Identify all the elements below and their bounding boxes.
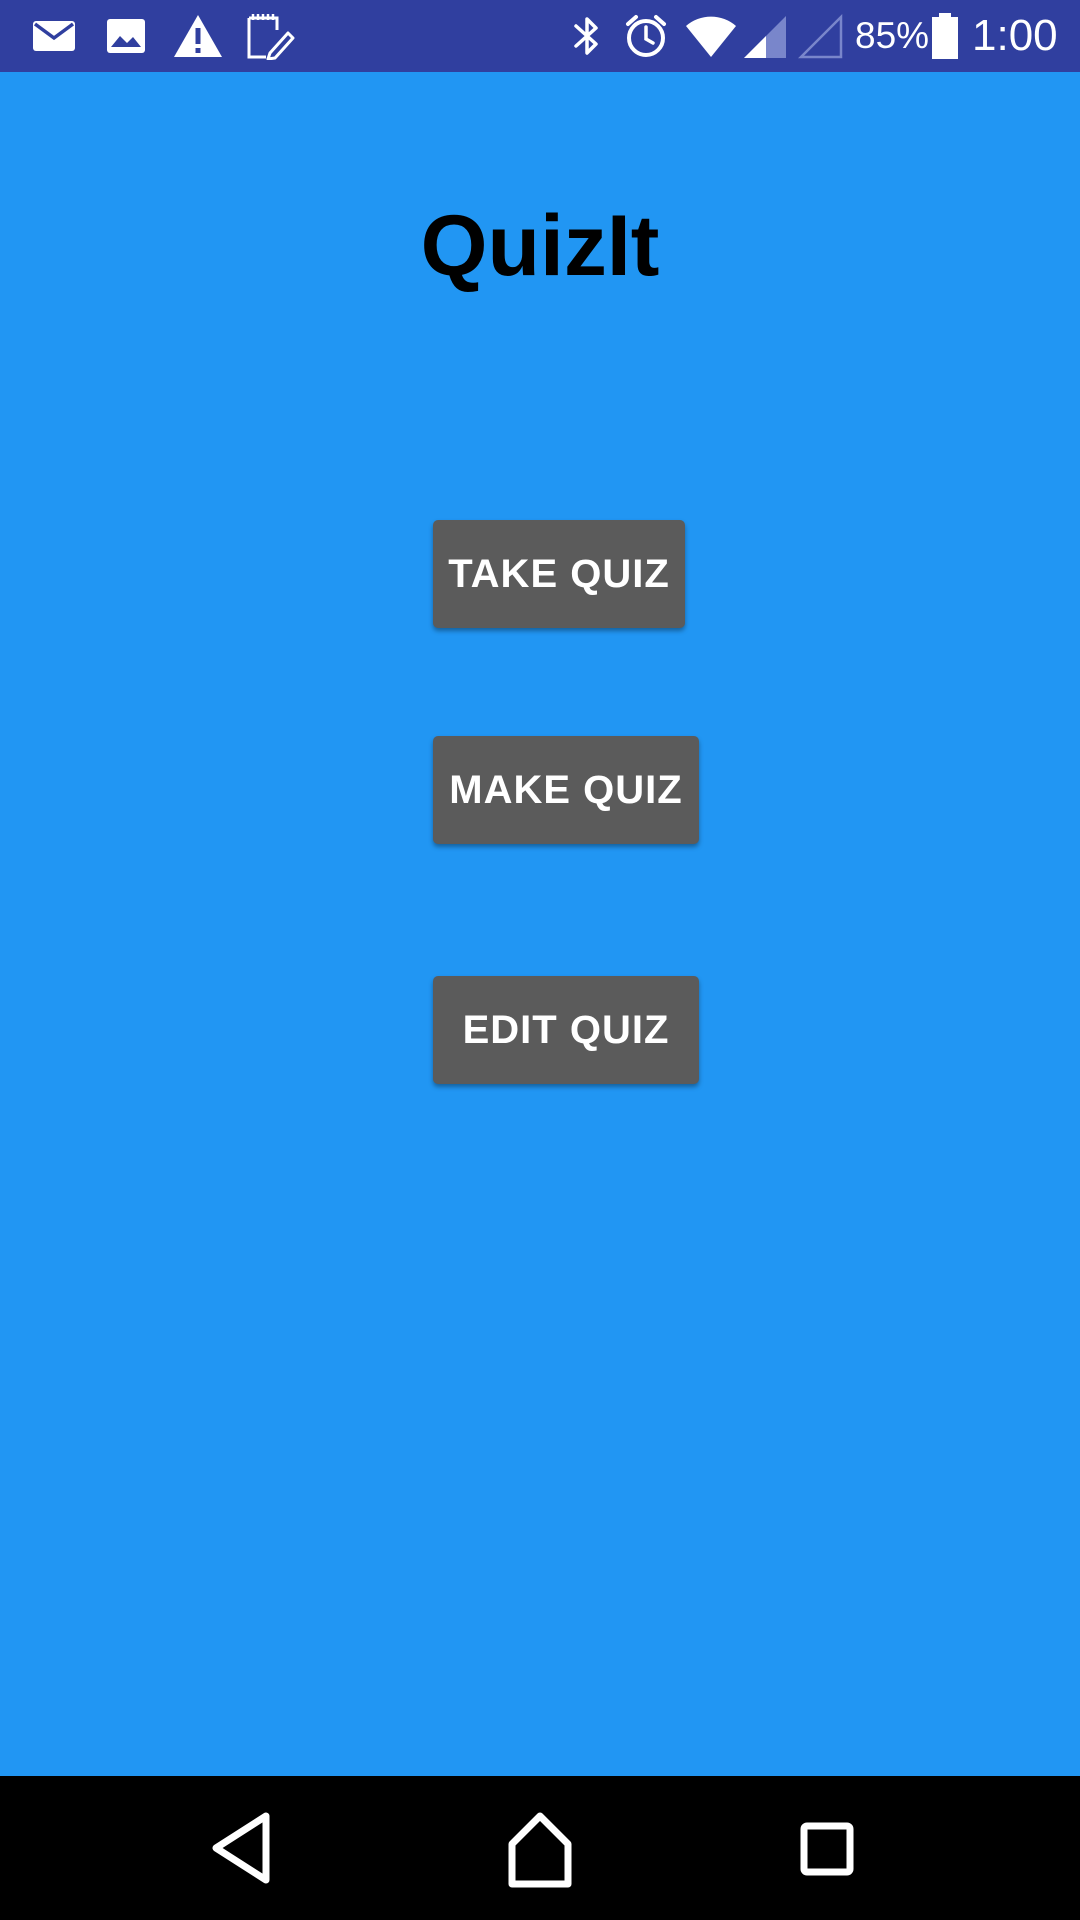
mail-icon (33, 21, 75, 51)
back-icon[interactable] (190, 1798, 290, 1898)
warning-icon (174, 15, 222, 57)
note-edit-icon (247, 14, 295, 60)
no-sim-signal-icon (798, 13, 843, 59)
make-quiz-button[interactable]: MAKE QUIZ (433, 736, 699, 844)
take-quiz-button[interactable]: TAKE QUIZ (433, 520, 685, 628)
battery-icon (932, 13, 958, 59)
battery-percent-label: 85% (855, 15, 930, 56)
recents-icon[interactable] (778, 1798, 878, 1898)
home-icon[interactable] (490, 1798, 590, 1898)
bluetooth-icon (574, 17, 598, 55)
edit-quiz-button[interactable]: EDIT QUIZ (433, 976, 699, 1084)
status-bar: 85% 1:00 (0, 0, 1080, 72)
main-content: QuizIt TAKE QUIZ MAKE QUIZ EDIT QUIZ (0, 72, 1080, 1776)
alarm-icon (626, 15, 666, 57)
status-clock: 1:00 (972, 11, 1058, 60)
navigation-bar (0, 1776, 1080, 1920)
image-icon (107, 19, 145, 53)
app-title: QuizIt (420, 198, 660, 294)
cell-signal-icon (744, 16, 786, 58)
wifi-icon (686, 16, 736, 57)
